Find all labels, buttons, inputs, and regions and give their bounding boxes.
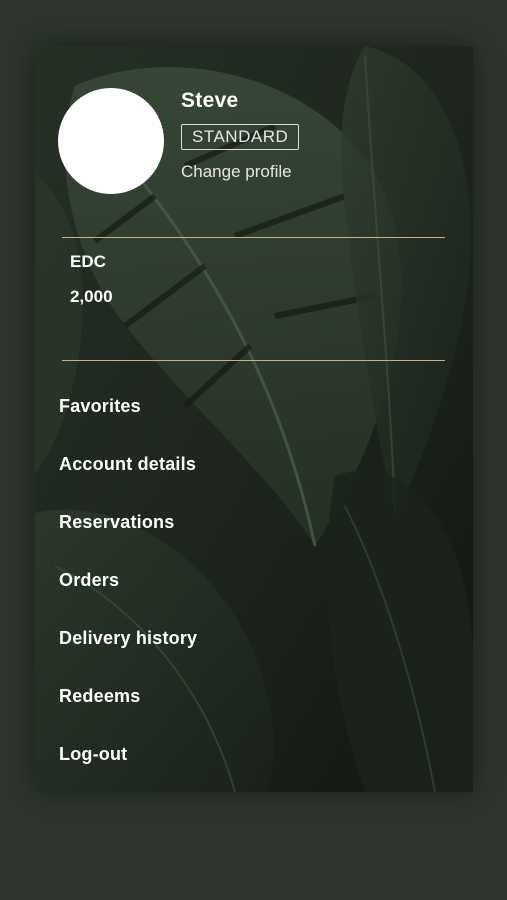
menu-item-favorites[interactable]: Favorites [59, 396, 449, 454]
menu-item-reservations[interactable]: Reservations [59, 512, 449, 570]
user-name: Steve [181, 89, 239, 112]
change-profile-link[interactable]: Change profile [181, 162, 292, 182]
membership-tier-badge: STANDARD [181, 124, 300, 150]
menu-item-redeems[interactable]: Redeems [59, 686, 449, 744]
side-menu-panel: Steve STANDARD Change profile EDC 2,000 … [35, 46, 473, 792]
menu-item-orders[interactable]: Orders [59, 570, 449, 628]
menu-item-log-out[interactable]: Log-out [59, 744, 449, 792]
divider [62, 237, 445, 238]
balance-label: EDC [70, 252, 106, 271]
menu-item-account-details[interactable]: Account details [59, 454, 449, 512]
balance-value: 2,000 [70, 287, 113, 306]
page-backdrop: Steve STANDARD Change profile EDC 2,000 … [0, 0, 507, 900]
avatar[interactable] [58, 88, 164, 194]
menu-list: Favorites Account details Reservations O… [59, 396, 449, 792]
menu-item-delivery-history[interactable]: Delivery history [59, 628, 449, 686]
divider [62, 360, 445, 361]
